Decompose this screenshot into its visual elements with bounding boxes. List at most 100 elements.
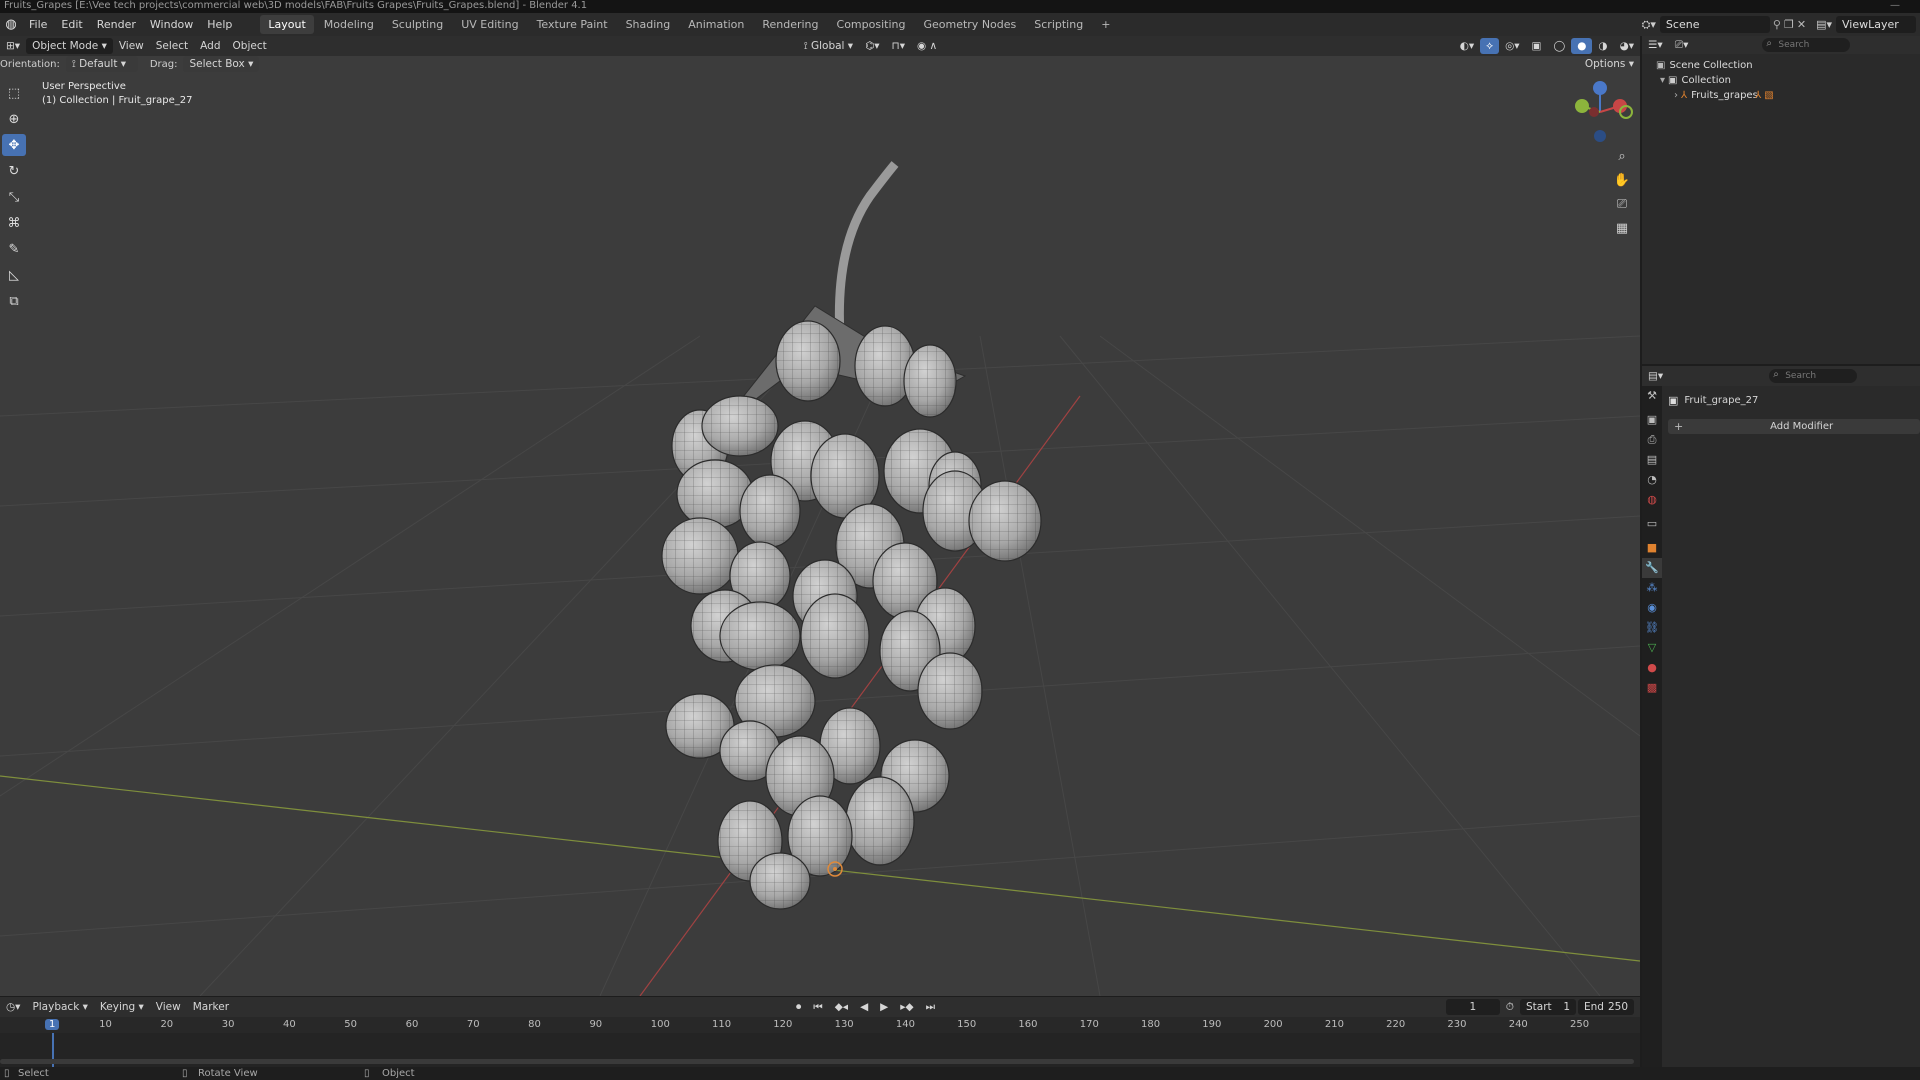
menu-window[interactable]: Window	[143, 13, 200, 36]
render-icon[interactable]: ▣	[1642, 410, 1662, 430]
camera-view-icon[interactable]: ⎚	[1612, 195, 1632, 215]
zoom-icon[interactable]: ⌕	[1612, 147, 1632, 167]
pivot-point-icon[interactable]: ⌬▾	[859, 38, 885, 54]
move-tool-icon[interactable]: ✥	[2, 134, 26, 156]
workspace-tab-layout[interactable]: Layout	[260, 15, 314, 34]
menu-help[interactable]: Help	[200, 13, 239, 36]
add-cube-tool-icon[interactable]: ⧉	[2, 290, 26, 312]
menu-object[interactable]: Object	[227, 38, 273, 54]
start-frame-field[interactable]: Start 1	[1520, 999, 1576, 1015]
play-icon[interactable]: ▶	[874, 999, 894, 1015]
view-layer-selector[interactable]: ViewLayer	[1836, 16, 1916, 33]
outliner-search-input[interactable]: Search	[1762, 37, 1851, 52]
minimize-button[interactable]: —	[1890, 0, 1900, 12]
play-reverse-icon[interactable]: ◀	[854, 999, 874, 1015]
menu-view[interactable]: View	[113, 38, 150, 54]
visibility-icon[interactable]: ◐▾	[1454, 38, 1480, 54]
proportional-edit-icon[interactable]: ◉ ∧	[911, 38, 943, 54]
3d-viewport[interactable]	[0, 36, 1640, 996]
menu-playback[interactable]: Playback ▾	[26, 999, 93, 1015]
menu-render[interactable]: Render	[90, 13, 143, 36]
gizmo-toggle-icon[interactable]: ⟡	[1480, 38, 1500, 54]
properties-search-input[interactable]: Search	[1769, 368, 1858, 383]
outliner-editor-icon[interactable]: ☰▾	[1642, 37, 1669, 53]
new-scene-icon[interactable]: ❐	[1784, 18, 1794, 31]
delete-scene-icon[interactable]: ✕	[1797, 18, 1806, 31]
menu-marker[interactable]: Marker	[187, 999, 235, 1015]
workspace-tab-scripting[interactable]: Scripting	[1026, 15, 1091, 34]
constraints-icon[interactable]: ⛓	[1642, 618, 1662, 638]
navigation-gizmo[interactable]	[1575, 81, 1633, 142]
shading-wireframe-icon[interactable]: ◯	[1547, 38, 1571, 54]
pin-icon[interactable]: ⚲	[1773, 18, 1781, 31]
next-keyframe-icon[interactable]: ▸◆	[894, 999, 919, 1015]
material-icon[interactable]: ●	[1642, 658, 1662, 678]
menu-add[interactable]: Add	[194, 38, 226, 54]
object-icon[interactable]: ■	[1642, 538, 1662, 558]
perspective-toggle-icon[interactable]: ▦	[1612, 219, 1632, 239]
prev-keyframe-icon[interactable]: ◆◂	[829, 999, 854, 1015]
view-layer-icon[interactable]: ▤	[1642, 450, 1662, 470]
scene-icon[interactable]: ◔	[1642, 470, 1662, 490]
select-box-tool-icon[interactable]: ⬚	[2, 82, 26, 104]
outliner-row-collection[interactable]: ▾ ▣ Collection	[1642, 73, 1920, 88]
expand-chevron-icon[interactable]: ›	[1674, 88, 1678, 103]
orientation-dropdown[interactable]: ⟟ Default ▾	[65, 56, 138, 72]
stopwatch-icon[interactable]: ⏱	[1500, 999, 1520, 1015]
drag-dropdown[interactable]: Select Box ▾	[183, 56, 260, 72]
shading-rendered-icon[interactable]: ◕▾	[1614, 38, 1640, 54]
workspace-tab-texture-paint[interactable]: Texture Paint	[529, 15, 616, 34]
workspace-tab-uv-editing[interactable]: UV Editing	[453, 15, 526, 34]
workspace-tab-animation[interactable]: Animation	[680, 15, 752, 34]
outliner-row-scene-collection[interactable]: ▣ Scene Collection	[1642, 58, 1920, 73]
properties-editor-icon[interactable]: ▤▾	[1642, 368, 1669, 384]
auto-keying-icon[interactable]: ⏺	[790, 999, 807, 1015]
timeline-editor-icon[interactable]: ◷▾	[0, 999, 26, 1015]
workspace-tab-rendering[interactable]: Rendering	[754, 15, 826, 34]
texture-icon[interactable]: ▩	[1642, 678, 1662, 698]
workspace-tab-geometry-nodes[interactable]: Geometry Nodes	[915, 15, 1024, 34]
scene-selector[interactable]: Scene	[1659, 16, 1770, 33]
menu-timeline-view[interactable]: View	[150, 999, 187, 1015]
end-frame-field[interactable]: End 250	[1578, 999, 1634, 1015]
shading-solid-icon[interactable]: ●	[1571, 38, 1593, 54]
options-dropdown[interactable]: Options ▾	[1579, 56, 1640, 72]
modifier-icon[interactable]: 🔧	[1642, 558, 1662, 578]
transform-orientation-dropdown[interactable]: ⟟ Global ▾	[798, 38, 859, 54]
menu-keying[interactable]: Keying ▾	[94, 999, 150, 1015]
menu-file[interactable]: File	[22, 13, 54, 36]
menu-select[interactable]: Select	[150, 38, 194, 54]
workspace-tab-modeling[interactable]: Modeling	[316, 15, 382, 34]
add-modifier-button[interactable]: + Add Modifier	[1668, 419, 1920, 434]
cursor-tool-icon[interactable]: ⊕	[2, 108, 26, 130]
shading-material-icon[interactable]: ◑	[1592, 38, 1613, 54]
rotate-tool-icon[interactable]: ↻	[2, 160, 26, 182]
timeline-tracks[interactable]	[0, 1033, 1640, 1067]
display-mode-icon[interactable]: ⎚▾	[1669, 37, 1695, 53]
transform-tool-icon[interactable]: ⌘	[2, 212, 26, 234]
snap-icon[interactable]: ⊓▾	[886, 38, 911, 54]
measure-tool-icon[interactable]: ◺	[2, 264, 26, 286]
overlay-toggle-icon[interactable]: ◎▾	[1499, 38, 1525, 54]
view-layer-icon[interactable]: ▤▾	[1816, 18, 1832, 31]
pan-hand-icon[interactable]: ✋	[1612, 171, 1632, 191]
workspace-tab-sculpting[interactable]: Sculpting	[384, 15, 451, 34]
timeline-scrollbar[interactable]	[0, 1059, 1634, 1064]
tool-icon[interactable]: ⚒	[1642, 386, 1662, 406]
particles-icon[interactable]: ⁂	[1642, 578, 1662, 598]
scale-tool-icon[interactable]: ⤡	[2, 186, 26, 208]
xray-toggle-icon[interactable]: ▣	[1526, 38, 1548, 54]
viewport-canvas[interactable]	[0, 36, 1640, 996]
scene-icon[interactable]: ⛭▾	[1642, 18, 1656, 32]
collapse-chevron-icon[interactable]: ▾	[1660, 73, 1665, 88]
world-icon[interactable]: ◍	[1642, 490, 1662, 510]
data-icon[interactable]: ▽	[1642, 638, 1662, 658]
add-workspace-button[interactable]: +	[1093, 15, 1118, 34]
object-mode-dropdown[interactable]: Object Mode ▾	[26, 38, 113, 54]
frame-ruler[interactable]: 1 10 20 30 40 50 60 70 80 90 100 110 120 130 140 150 160…	[0, 1017, 1640, 1033]
jump-start-icon[interactable]: ⏮	[807, 999, 828, 1015]
editor-type-icon[interactable]: ⊞▾	[0, 38, 26, 54]
current-frame-field[interactable]: 1	[1445, 999, 1500, 1015]
output-icon[interactable]: ⎙	[1642, 430, 1662, 450]
physics-icon[interactable]: ◉	[1642, 598, 1662, 618]
